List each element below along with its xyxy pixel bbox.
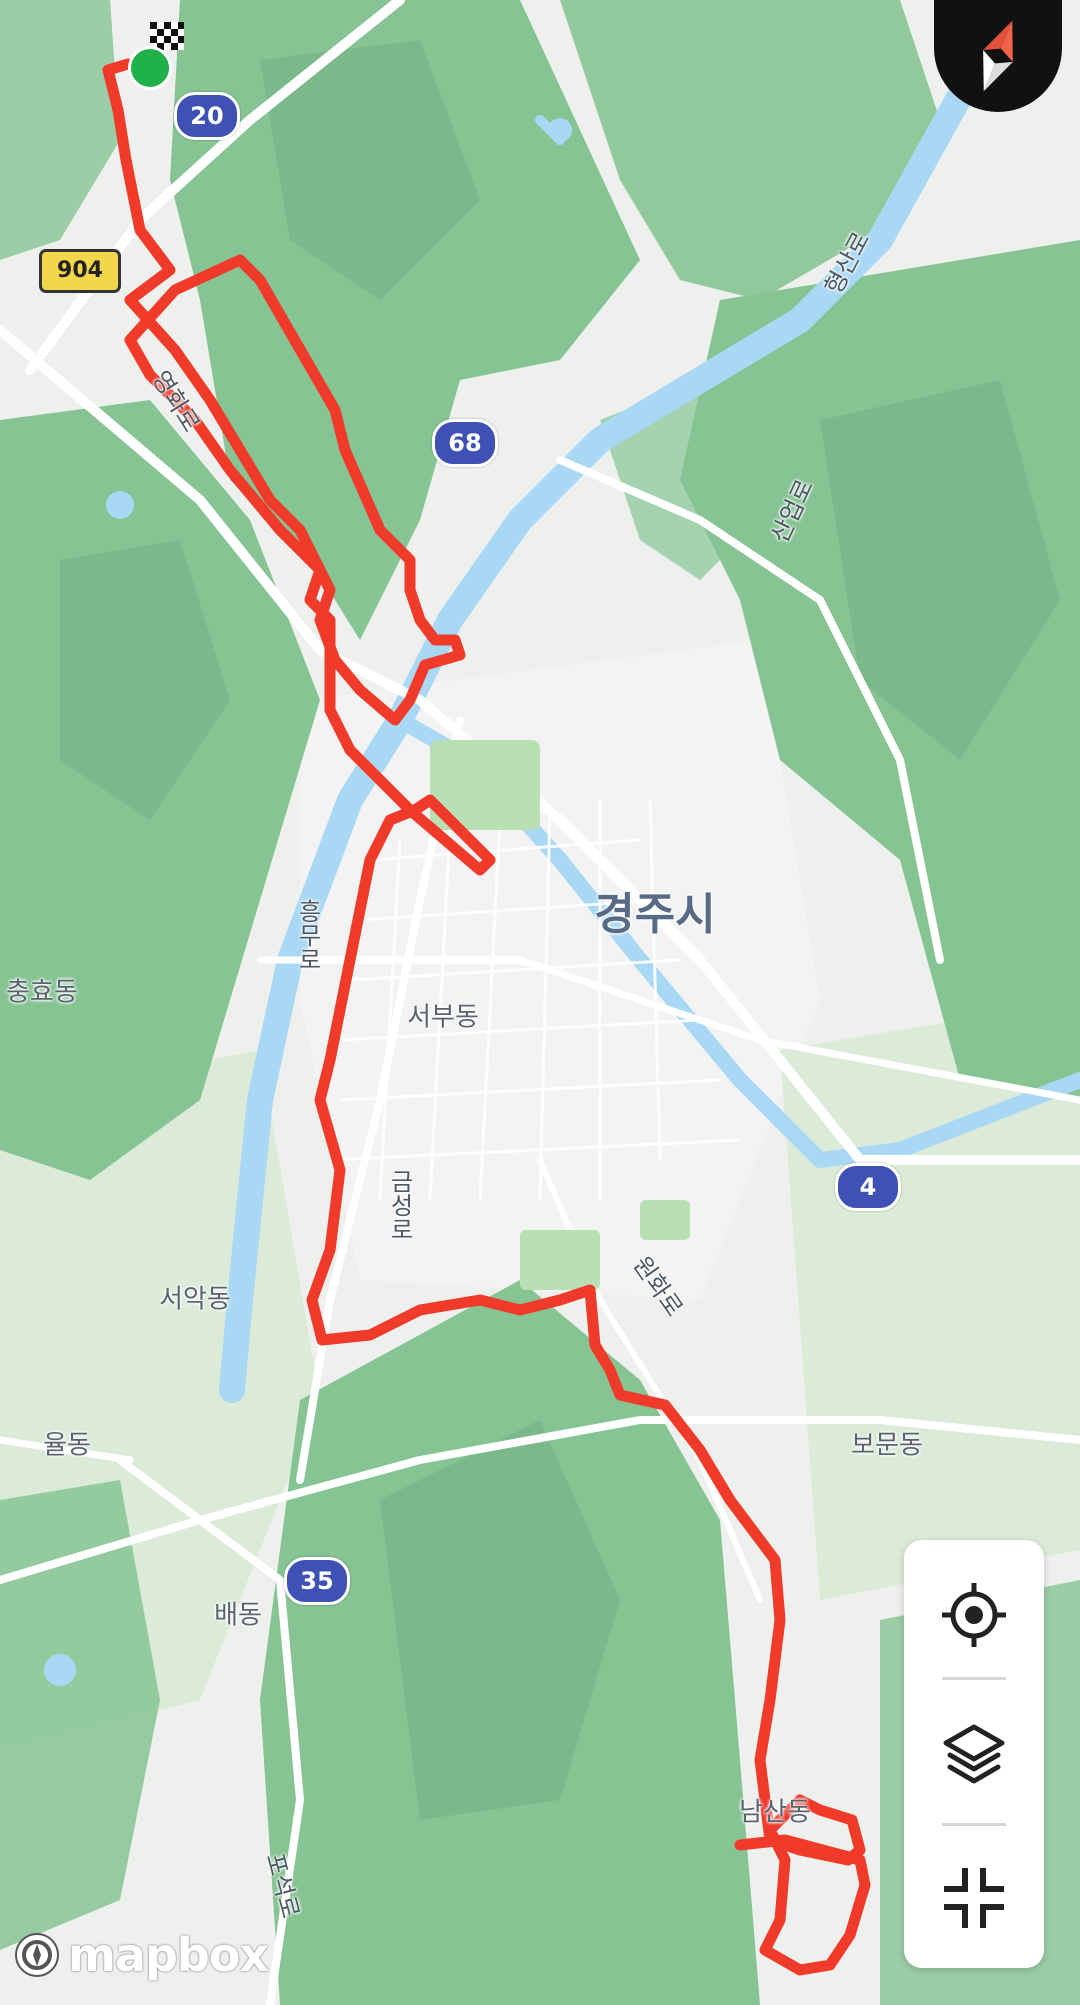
start-marker: [128, 46, 172, 90]
compass-needle-icon: [983, 20, 1013, 92]
collapse-icon: [944, 1868, 1004, 1928]
district-label-chunghyo: 충효동: [6, 977, 78, 1008]
highway-shield-68: 68: [432, 419, 498, 467]
mapbox-attribution[interactable]: mapbox: [12, 1928, 269, 1982]
highway-shield-35: 35: [284, 1557, 350, 1605]
highway-shield-4: 4: [835, 1163, 901, 1211]
district-label-bae: 배동: [214, 1600, 262, 1631]
district-label-seoak: 서악동: [159, 1284, 231, 1315]
district-label-seobu: 서부동: [407, 1002, 479, 1033]
map-controls-panel: [904, 1540, 1044, 1968]
district-label-bomun: 보문동: [851, 1430, 923, 1461]
local-road-shield-904: 904: [39, 249, 121, 293]
district-label-namsan: 남산동: [739, 1797, 811, 1828]
collapse-button[interactable]: [904, 1833, 1044, 1963]
controls-divider: [942, 1823, 1006, 1826]
locate-button[interactable]: [904, 1550, 1044, 1680]
road-label-heungmu: 흥무로: [293, 899, 322, 971]
district-label-yul: 율동: [43, 1430, 91, 1461]
layers-icon: [943, 1724, 1005, 1784]
mapbox-logo-icon: [15, 1933, 59, 1977]
road-label-geumseong: 금성로: [385, 1169, 414, 1241]
controls-divider: [942, 1677, 1006, 1680]
highway-shield-20: 20: [174, 92, 240, 140]
city-label: 경주시: [594, 889, 716, 940]
crosshair-icon: [942, 1583, 1006, 1647]
layers-button[interactable]: [904, 1690, 1044, 1820]
mapbox-wordmark: mapbox: [68, 1928, 269, 1982]
